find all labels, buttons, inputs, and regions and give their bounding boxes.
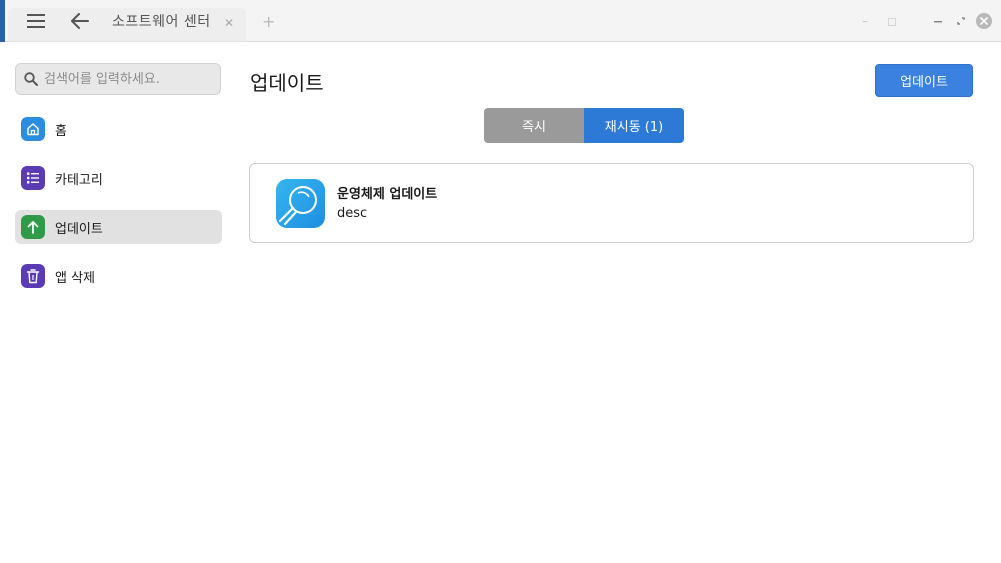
background-window-strip xyxy=(0,0,5,42)
close-window-icon[interactable] xyxy=(976,13,992,29)
title-bar: 소프트웨어 센터 ✕ + – ◻ xyxy=(0,0,1001,42)
update-list-item[interactable]: 운영체제 업데이트 desc xyxy=(249,163,974,243)
sidebar-item-label: 카테고리 xyxy=(55,172,103,188)
home-icon xyxy=(21,117,45,141)
back-arrow-icon[interactable] xyxy=(68,9,92,33)
update-item-desc: desc xyxy=(337,206,368,221)
os-update-icon xyxy=(276,179,325,228)
sidebar-item-label: 업데이트 xyxy=(55,221,103,237)
ghost-window-controls: – ◻ xyxy=(862,14,898,28)
ghost-tab-close-icon: ✕ xyxy=(224,16,235,30)
window-title: 소프트웨어 센터 xyxy=(112,14,211,30)
update-all-button[interactable]: 업데이트 xyxy=(875,64,973,97)
sidebar-item-category[interactable]: 카테고리 xyxy=(15,161,222,195)
search-icon xyxy=(24,72,38,86)
trash-icon xyxy=(21,264,45,288)
update-item-name: 운영체제 업데이트 xyxy=(337,187,438,202)
category-list-icon xyxy=(21,166,45,190)
tab-restart[interactable]: 재시동 (1) xyxy=(584,108,684,143)
minimize-icon[interactable] xyxy=(930,13,946,29)
software-center-window: 소프트웨어 센터 ✕ + – ◻ 검색어를 입력하세요. 홈 카테고리 업데이트… xyxy=(0,0,1001,563)
sidebar-item-label: 홈 xyxy=(55,123,67,139)
page-title: 업데이트 xyxy=(250,71,324,95)
hamburger-menu-icon[interactable] xyxy=(24,9,48,33)
search-box[interactable] xyxy=(15,63,221,95)
sidebar-item-home[interactable]: 홈 xyxy=(15,112,222,146)
restore-icon[interactable] xyxy=(953,13,969,29)
tab-immediate[interactable]: 즉시 xyxy=(484,108,584,143)
sidebar-item-uninstall[interactable]: 앱 삭제 xyxy=(15,259,222,293)
update-mode-tabs: 즉시 재시동 (1) xyxy=(484,108,684,143)
arrow-up-icon xyxy=(21,215,45,239)
search-input[interactable] xyxy=(42,70,216,88)
ghost-new-tab-icon: + xyxy=(262,12,276,31)
sidebar: 홈 카테고리 업데이트 xyxy=(0,42,237,563)
sidebar-item-label: 앱 삭제 xyxy=(55,270,96,286)
sidebar-item-update[interactable]: 업데이트 xyxy=(15,210,222,244)
